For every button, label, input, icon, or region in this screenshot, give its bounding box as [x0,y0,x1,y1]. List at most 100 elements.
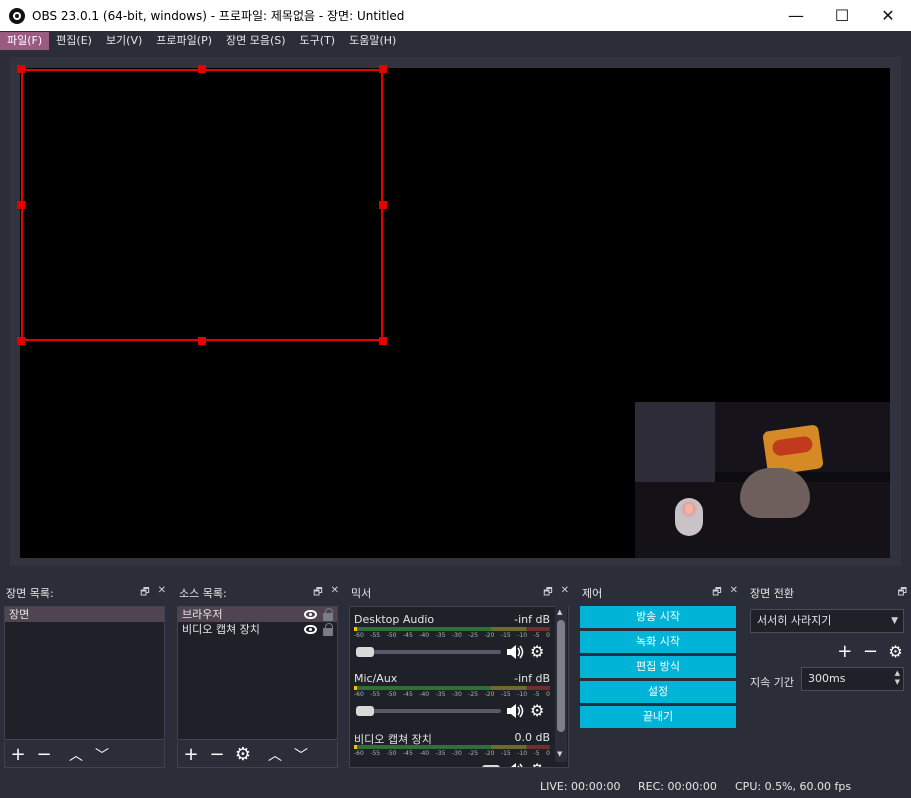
resize-handle-top-right[interactable] [379,65,387,73]
meter-tick-label: -10 [517,691,528,698]
snack-bag-logo [771,435,814,457]
lock-icon[interactable] [323,623,333,636]
minimize-button[interactable]: — [773,0,819,31]
volume-slider[interactable] [356,709,501,713]
settings-button[interactable]: 설정 [580,681,736,703]
channel-level: -inf dB [514,672,550,685]
scrollbar-thumb[interactable] [557,620,565,732]
close-dock-icon[interactable]: ✕ [158,585,166,602]
transition-toolbar: + − ⚙ [832,640,908,662]
spin-arrows-icon[interactable]: ▲ ▼ [895,669,900,687]
meter-tick-label: 0 [546,632,550,639]
float-dock-icon[interactable]: 🗗 [712,585,721,602]
transition-properties-gear-icon[interactable]: ⚙ [888,642,902,661]
duration-spinbox[interactable]: 300ms ▲ ▼ [801,667,904,691]
meter-tick-label: -5 [533,750,540,757]
gear-icon[interactable]: ⚙ [530,703,546,719]
resize-handle-left[interactable] [17,201,25,209]
move-down-icon[interactable]: ﹀ [288,743,314,767]
source-item[interactable]: 브라우저 [178,607,337,622]
meter-tick-label: -20 [484,750,495,757]
webcam-source-preview[interactable] [635,402,890,558]
gear-icon[interactable]: ⚙ [530,762,546,768]
channel-name: Desktop Audio [354,613,435,626]
gear-icon[interactable]: ⚙ [530,644,546,660]
meter-tick-label: -15 [500,750,511,757]
maximize-button[interactable]: ☐ [819,0,865,31]
transition-select[interactable]: 서서히 사라지기 ▼ [750,609,904,633]
remove-scene-icon[interactable]: − [31,743,57,767]
lock-icon[interactable] [323,608,333,621]
sources-dock-header: 소스 목록: 🗗 ✕ [173,582,343,604]
meter-scale: -60 -55 -50 -45 -40 -35 -30 -25 -20 -15 -10 -5 0 [354,750,550,760]
resize-handle-top[interactable] [198,65,206,73]
menu-tools[interactable]: 도구(T) [293,32,343,50]
resize-handle-bottom[interactable] [198,337,206,345]
resize-handle-bottom-left[interactable] [17,337,25,345]
source-list[interactable]: 브라우저 비디오 캡쳐 장치 [177,606,338,740]
obs-logo-icon [9,7,25,24]
studio-mode-button[interactable]: 편집 방식 [580,656,736,678]
meter-tick-label: -55 [370,632,381,639]
menu-file[interactable]: 파일(F) [0,32,50,50]
meter-scale: -60 -55 -50 -45 -40 -35 -30 -25 -20 -15 -10 -5 0 [354,632,550,642]
source-item[interactable]: 비디오 캡쳐 장치 [178,622,337,637]
exit-button[interactable]: 끝내기 [580,706,736,728]
volume-slider[interactable] [356,650,501,654]
window-title: OBS 23.0.1 (64-bit, windows) - 프로파일: 제목없… [32,9,405,23]
close-dock-icon[interactable]: ✕ [331,585,339,602]
remove-transition-icon[interactable]: − [863,641,878,662]
controls-dock-header: 제어 🗗 ✕ [576,582,742,604]
resize-handle-right[interactable] [379,201,387,209]
resize-handle-top-left[interactable] [17,65,25,73]
volume-slider-knob[interactable] [356,647,374,657]
move-up-icon[interactable]: ︿ [63,743,89,767]
menu-view[interactable]: 보기(V) [99,32,149,50]
meter-tick-label: -15 [500,632,511,639]
resize-handle-bottom-right[interactable] [379,337,387,345]
scene-list[interactable]: 장면 [4,606,165,740]
scene-item[interactable]: 장면 [5,607,164,622]
menu-scene-collection[interactable]: 장면 모음(S) [219,32,293,50]
remove-source-icon[interactable]: − [204,743,230,767]
float-dock-icon[interactable]: 🗗 [543,585,552,602]
duration-label: 지속 기간 [750,676,794,689]
scroll-down-icon[interactable]: ▼ [557,750,562,758]
source-properties-gear-icon[interactable]: ⚙ [230,743,256,767]
menu-profile[interactable]: 프로파일(P) [149,32,219,50]
meter-tick-label: -50 [386,632,397,639]
meter-tick-label: -15 [500,691,511,698]
mixer-dock-header: 믹서 🗗 ✕ [345,582,573,604]
controls-dock: 제어 🗗 ✕ 방송 시작 녹화 시작 편집 방식 설정 끝내기 [576,582,742,768]
volume-meter [354,745,550,749]
close-dock-icon[interactable]: ✕ [730,585,738,602]
mixer-panel: Desktop Audio -inf dB -60 -55 -50 -45 -40 -35… [349,606,569,768]
cpu-fps: CPU: 0.5%, 60.00 fps [735,780,852,793]
speaker-icon[interactable] [506,703,524,719]
volume-slider-knob[interactable] [356,706,374,716]
add-transition-icon[interactable]: + [837,641,852,662]
add-source-icon[interactable]: + [178,743,204,767]
meter-tick-label: -30 [451,750,462,757]
menu-edit[interactable]: 편집(E) [49,32,99,50]
close-dock-icon[interactable]: ✕ [561,585,569,602]
speaker-icon[interactable] [506,644,524,660]
close-button[interactable]: ✕ [865,0,911,31]
start-recording-button[interactable]: 녹화 시작 [580,631,736,653]
float-dock-icon[interactable]: 🗗 [898,585,907,602]
browser-source-selection-box[interactable] [21,69,383,341]
move-down-icon[interactable]: ﹀ [89,743,115,767]
move-up-icon[interactable]: ︿ [262,743,288,767]
float-dock-icon[interactable]: 🗗 [313,585,322,602]
scroll-up-icon[interactable]: ▲ [557,608,562,616]
menu-help[interactable]: 도움말(H) [342,32,403,50]
float-dock-icon[interactable]: 🗗 [140,585,149,602]
add-scene-icon[interactable]: + [5,743,31,767]
start-streaming-button[interactable]: 방송 시작 [580,606,736,628]
visibility-eye-icon[interactable] [304,610,317,619]
visibility-eye-icon[interactable] [304,625,317,634]
mixer-scrollbar[interactable]: ▲ ▼ [555,606,567,762]
volume-slider-knob[interactable] [482,765,500,767]
speaker-icon[interactable] [506,762,524,768]
volume-meter [354,627,550,631]
